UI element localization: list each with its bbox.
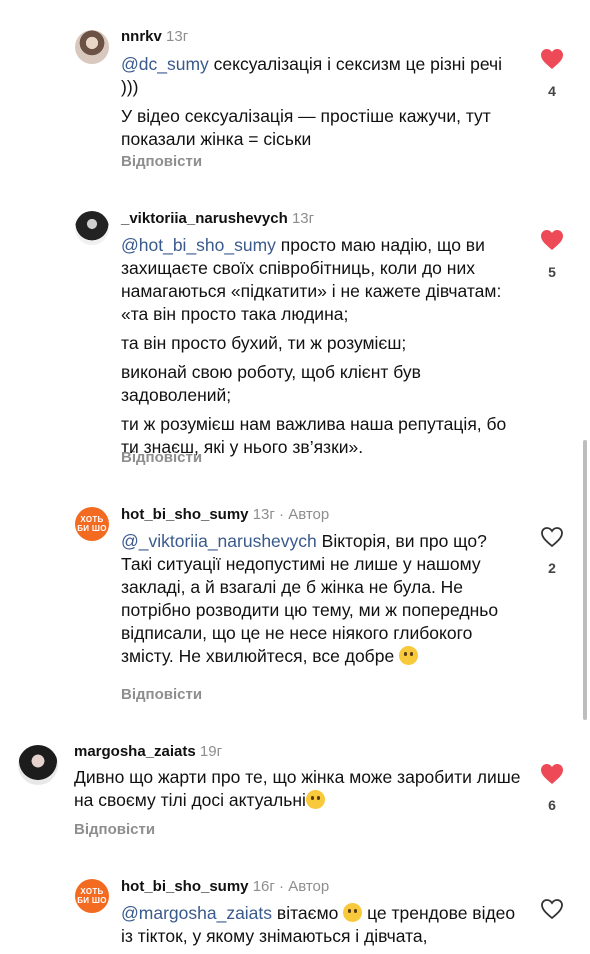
mention-link[interactable]: @margosha_zaiats: [121, 903, 272, 923]
heart-filled-icon: [541, 230, 563, 250]
comment-meta: _viktoriia_narushevych 13г: [121, 210, 314, 227]
brand-avatar[interactable]: ХОТЬ БИ ШО: [75, 879, 109, 913]
like-count: 5: [548, 264, 556, 280]
brand-avatar[interactable]: ХОТЬ БИ ШО: [75, 507, 109, 541]
comment-text-part: Дивно що жарти про те, що жінка може зар…: [74, 767, 521, 810]
comment-text-part: Вікторія, ви про що? Такі ситуації недоп…: [121, 531, 499, 666]
username[interactable]: _viktoriia_narushevych: [121, 210, 288, 227]
smile-emoji-icon: [399, 646, 419, 665]
like-button[interactable]: [539, 763, 565, 785]
timestamp: 13г: [252, 506, 275, 523]
comment-text: Дивно що жарти про те, що жінка може зар…: [74, 766, 524, 818]
heart-outline-icon: [541, 899, 563, 920]
comment-meta: hot_bi_sho_sumy 16г · Автор: [121, 878, 329, 895]
avatar[interactable]: [75, 211, 109, 245]
mention-link[interactable]: @_viktoriia_narushevych: [121, 531, 317, 551]
heart-filled-icon: [541, 49, 563, 69]
like-count: 6: [548, 797, 556, 813]
like-button[interactable]: [539, 526, 565, 548]
comment-text: @_viktoriia_narushevych Вікторія, ви про…: [121, 530, 521, 674]
author-badge: · Автор: [279, 878, 330, 895]
comment-paragraph: виконай свою роботу, щоб клієнт був задо…: [121, 362, 421, 405]
comment-paragraph: та він просто бухий, ти ж розумієш;: [121, 333, 407, 353]
like-button[interactable]: [539, 229, 565, 251]
reply-button[interactable]: Відповісти: [74, 821, 155, 838]
heart-outline-icon: [541, 527, 563, 548]
reply-button[interactable]: Відповісти: [121, 153, 202, 170]
timestamp: 13г: [166, 28, 189, 45]
timestamp: 16г: [252, 878, 275, 895]
heart-filled-icon: [541, 764, 563, 784]
comment-text: @margosha_zaiats вітаємо це трендове від…: [121, 902, 521, 954]
comment-meta: hot_bi_sho_sumy 13г · Автор: [121, 506, 329, 523]
comment-text: @dc_sumy сексуалізація і сексизм це різн…: [121, 53, 521, 157]
like-count: 2: [548, 560, 556, 576]
smile-emoji-icon: [343, 903, 363, 922]
author-badge: · Автор: [279, 506, 330, 523]
comment-meta: margosha_zaiats 19г: [74, 743, 222, 760]
timestamp: 19г: [199, 743, 223, 760]
mention-link[interactable]: @hot_bi_sho_sumy: [121, 235, 276, 255]
avatar[interactable]: [18, 745, 58, 785]
scrollbar[interactable]: [583, 440, 587, 720]
comment-text-part: вітаємо: [272, 903, 339, 923]
username[interactable]: hot_bi_sho_sumy: [121, 878, 249, 895]
reply-button[interactable]: Відповісти: [121, 449, 202, 466]
reply-button[interactable]: Відповісти: [121, 686, 202, 703]
timestamp: 13г: [291, 210, 315, 227]
like-count: 4: [548, 83, 556, 99]
username[interactable]: hot_bi_sho_sumy: [121, 506, 249, 523]
like-button[interactable]: [539, 898, 565, 920]
username[interactable]: margosha_zaiats: [74, 743, 196, 760]
avatar[interactable]: [75, 30, 109, 64]
username[interactable]: nnrkv: [121, 28, 162, 45]
comment-text: @hot_bi_sho_sumy просто маю надію, що ви…: [121, 234, 521, 465]
confused-emoji-icon: [305, 790, 325, 809]
like-button[interactable]: [539, 48, 565, 70]
comment-paragraph: У відео сексуалізація — простіше кажучи,…: [121, 106, 491, 149]
mention-link[interactable]: @dc_sumy: [121, 54, 209, 74]
comment-meta: nnrkv 13г: [121, 28, 188, 45]
